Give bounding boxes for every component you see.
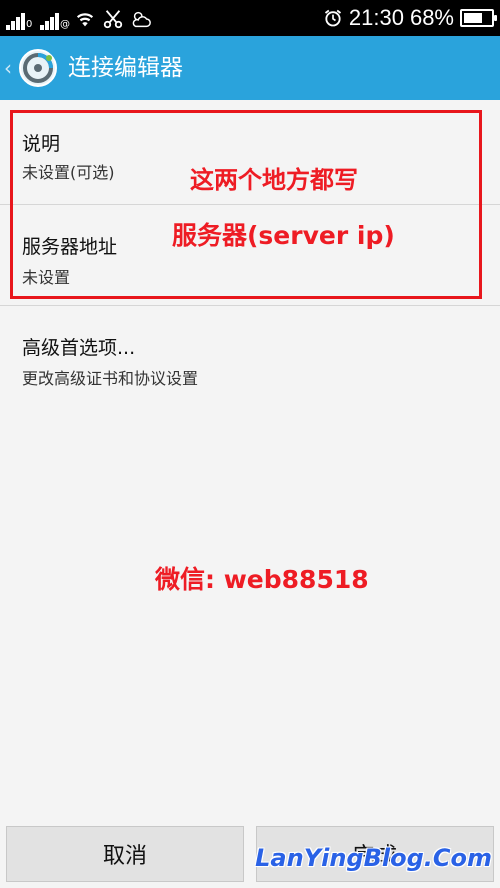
pref-title: 高级首选项... (22, 337, 136, 359)
cancel-button[interactable]: 取消 (6, 826, 244, 882)
signal-icon: 0 (6, 10, 34, 30)
weather-icon (132, 11, 151, 28)
battery-icon (460, 9, 497, 27)
signal-icon: @ (40, 10, 70, 30)
status-right: 21:30 68% (323, 3, 497, 33)
alarm-icon (324, 9, 341, 27)
battery-percent: 68% (409, 5, 454, 30)
watermark: LanYingBlog.Com (255, 844, 492, 872)
highlight-box (10, 110, 482, 299)
status-left-icons: 0 @ (6, 6, 152, 30)
app-logo-icon[interactable] (18, 48, 58, 88)
status-bar: 0 @ 21:30 68% (0, 0, 500, 36)
clock-time: 21:30 (348, 5, 404, 30)
action-bar: ‹ 连接编辑器 (0, 36, 500, 100)
pref-advanced[interactable]: 高级首选项... 更改高级证书和协议设置 (0, 306, 500, 406)
pref-summary: 更改高级证书和协议设置 (22, 369, 199, 388)
page-title: 连接编辑器 (68, 55, 183, 81)
annotation-text: 这两个地方都写 (190, 166, 358, 194)
wifi-icon (76, 13, 94, 27)
back-chevron-icon[interactable]: ‹ (4, 56, 12, 80)
scissors-icon (103, 10, 123, 29)
wechat-annotation: 微信: web88518 (155, 565, 369, 594)
annotation-text: 服务器(server ip) (172, 221, 395, 250)
